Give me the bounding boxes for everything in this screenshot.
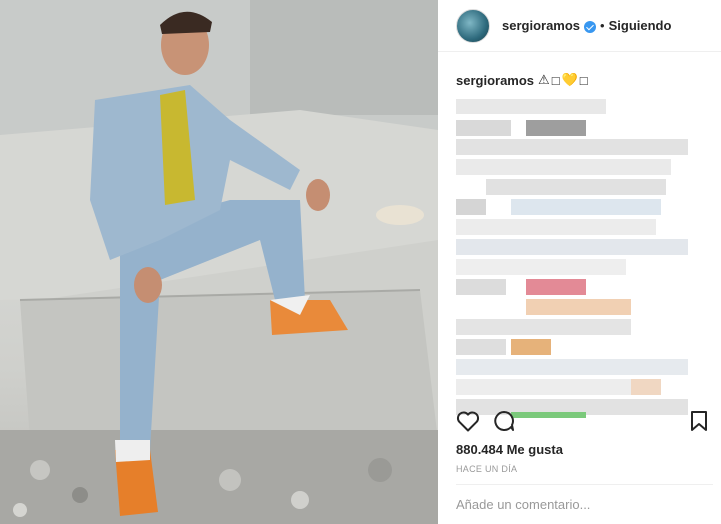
separator-dot: • (600, 18, 605, 33)
caption: sergioramos ⚠ □ 💛 □ (456, 72, 714, 418)
verified-badge-icon (584, 20, 597, 33)
likes-count[interactable]: 880.484 Me gusta (456, 442, 563, 457)
post-photo[interactable] (0, 0, 438, 524)
warning-emoji: ⚠ (538, 72, 550, 87)
post-timestamp[interactable]: HACE UN DÍA (456, 464, 517, 474)
following-button[interactable]: Siguiendo (609, 18, 672, 33)
post-details-panel: sergioramos • Siguiendo sergioramos ⚠ □ … (438, 0, 721, 524)
comment-bubble-icon[interactable] (492, 410, 516, 432)
post-actions (456, 410, 714, 436)
avatar[interactable] (456, 8, 490, 43)
post-header: sergioramos • Siguiendo (438, 0, 721, 52)
pixelated-caption-text (456, 94, 696, 418)
caption-header: sergioramos ⚠ □ 💛 □ (456, 72, 714, 88)
username-link[interactable]: sergioramos (502, 18, 580, 33)
heart-icon[interactable] (456, 410, 480, 432)
comment-input[interactable] (456, 497, 706, 512)
missing-glyph: □ (579, 72, 588, 88)
post-image (0, 0, 438, 524)
heart-emoji: 💛 (561, 72, 578, 87)
bookmark-icon[interactable] (690, 410, 708, 432)
missing-glyph: □ (551, 72, 560, 88)
caption-username-link[interactable]: sergioramos (456, 73, 534, 88)
divider (456, 484, 713, 485)
